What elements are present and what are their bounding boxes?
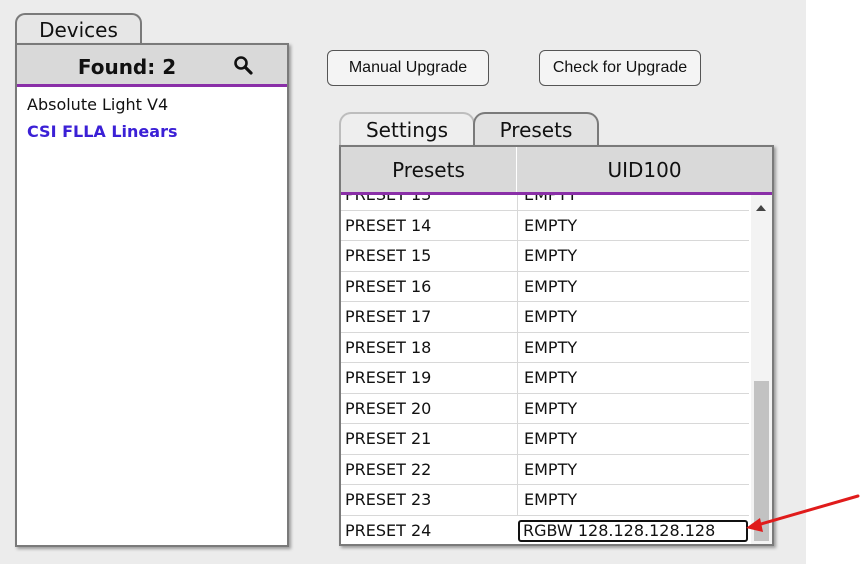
preset-name: PRESET 19 [345,368,432,387]
preset-name: PRESET 15 [345,246,432,265]
preset-name: PRESET 16 [345,276,432,296]
table-row[interactable]: PRESET 14 EMPTY [341,210,749,241]
preset-value[interactable]: EMPTY [517,485,749,515]
presets-table: Presets UID100 PRESET 13 EMPTY PRESET 14… [339,145,774,546]
preset-name: PRESET 20 [345,398,432,418]
arrow-icon [746,494,860,532]
preset-value[interactable]: EMPTY [517,195,749,210]
table-row[interactable]: PRESET 20 EMPTY [341,393,749,424]
preset-value[interactable]: EMPTY [517,363,749,393]
table-row[interactable]: PRESET 16 EMPTY [341,271,749,302]
preset-name: PRESET 14 [345,215,432,235]
preset-name: PRESET 13 [345,195,431,210]
preset-value[interactable]: EMPTY [517,210,749,240]
preset-value[interactable]: EMPTY [517,332,749,362]
column-header-presets[interactable]: Presets [341,147,517,192]
preset-name: PRESET 24 [345,520,432,540]
found-count-label: Found: 2 [77,55,177,79]
manual-upgrade-button[interactable]: Manual Upgrade [327,50,489,86]
preset-name: PRESET 22 [345,459,432,479]
tab-presets[interactable]: Presets [473,112,599,146]
tab-settings[interactable]: Settings [339,112,475,146]
table-row[interactable]: PRESET 24 RGBW 128.128.128.128 [341,516,749,545]
devices-panel: Found: 2 Absolute Light V4 CSI FLLA Line… [15,43,289,547]
devices-header: Found: 2 [17,45,287,87]
table-row[interactable]: PRESET 21 EMPTY [341,424,749,455]
column-header-uid100[interactable]: UID100 [517,147,772,192]
preset-value-input[interactable]: RGBW 128.128.128.128 [518,519,748,542]
preset-name: PRESET 23 [345,490,432,509]
preset-name: PRESET 21 [345,429,432,448]
preset-value[interactable]: EMPTY [517,424,749,454]
table-row[interactable]: PRESET 13 EMPTY [341,195,749,211]
preset-name: PRESET 18 [345,337,432,357]
preset-name: PRESET 17 [345,307,432,326]
device-item-csi-flla-linears[interactable]: CSI FLLA Linears [27,122,178,141]
tab-devices[interactable]: Devices [15,13,142,45]
preset-value[interactable]: EMPTY [517,271,749,301]
preset-value[interactable]: EMPTY [517,454,749,484]
table-header: Presets UID100 [341,147,772,195]
table-row[interactable]: PRESET 22 EMPTY [341,454,749,485]
preset-value[interactable]: EMPTY [517,241,749,271]
check-for-upgrade-button[interactable]: Check for Upgrade [539,50,701,86]
table-body: PRESET 13 EMPTY PRESET 14 EMPTY PRESET 1… [341,195,749,545]
chevron-up-icon[interactable] [756,205,766,211]
table-row[interactable]: PRESET 17 EMPTY [341,302,749,333]
table-row[interactable]: PRESET 15 EMPTY [341,241,749,272]
device-item-absolute-light[interactable]: Absolute Light V4 [27,95,168,114]
table-row[interactable]: PRESET 19 EMPTY [341,363,749,394]
table-row[interactable]: PRESET 23 EMPTY [341,485,749,516]
preset-value[interactable]: EMPTY [517,302,749,332]
search-icon[interactable] [233,55,255,77]
table-row[interactable]: PRESET 18 EMPTY [341,332,749,363]
preset-value[interactable]: EMPTY [517,393,749,423]
